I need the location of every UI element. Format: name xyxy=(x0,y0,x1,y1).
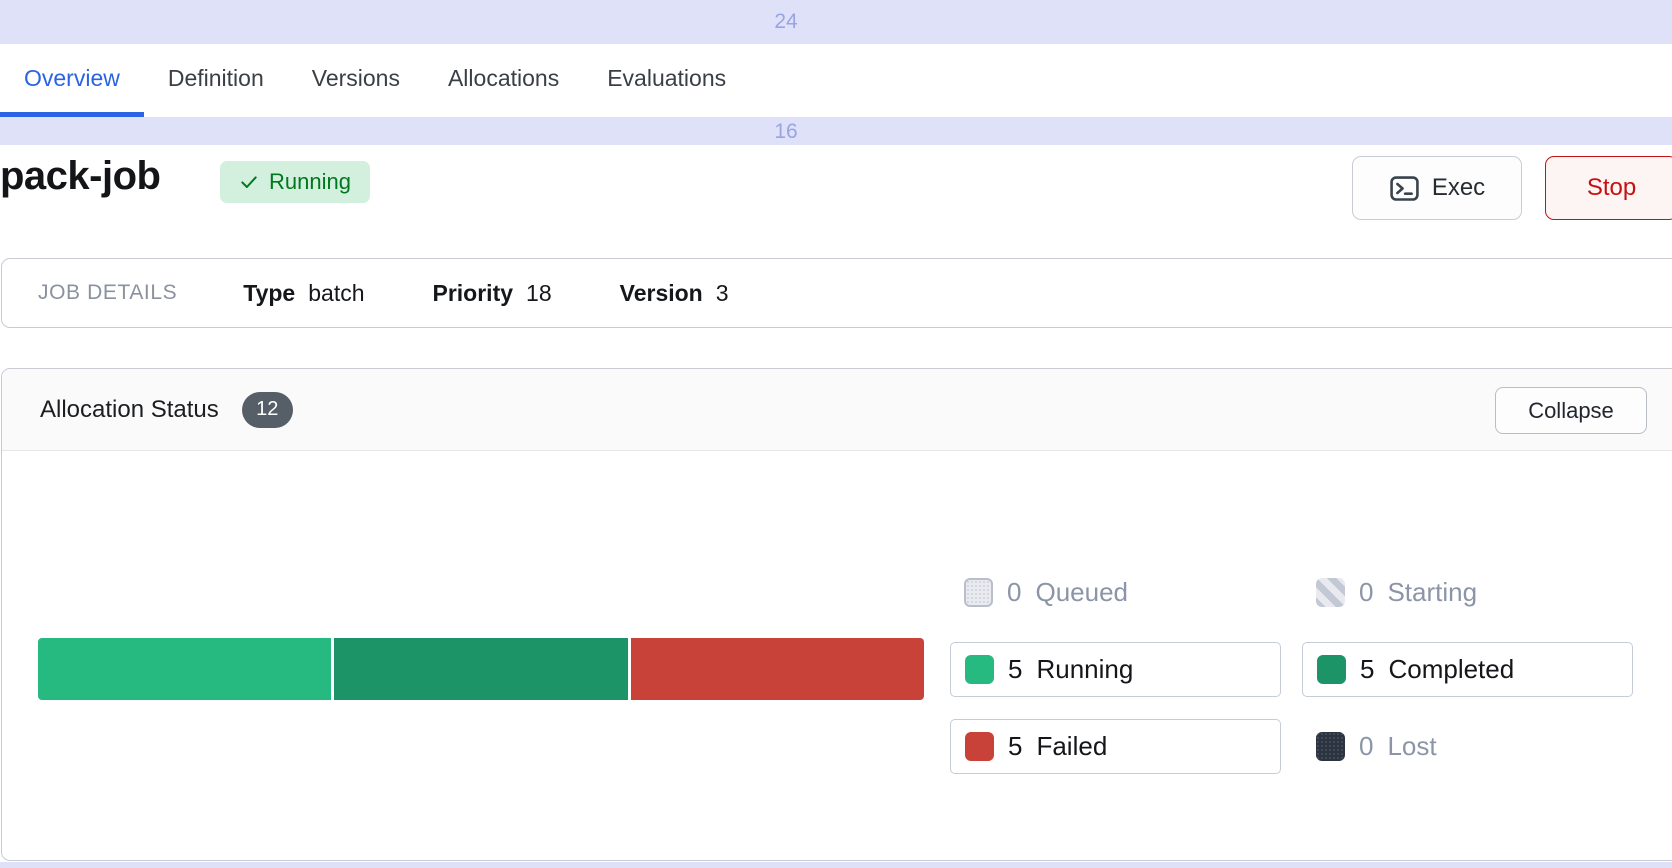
failed-count: 5 xyxy=(1008,731,1022,762)
starting-label: Starting xyxy=(1387,577,1477,608)
job-details-section-label: JOB DETAILS xyxy=(38,281,177,305)
status-badge: Running xyxy=(220,161,370,203)
check-icon xyxy=(239,172,259,192)
spacing-indicator-top: 24 xyxy=(0,0,1672,44)
exec-button[interactable]: Exec xyxy=(1352,156,1522,220)
completed-count: 5 xyxy=(1360,654,1374,685)
job-details-type-value: batch xyxy=(308,280,364,307)
terminal-icon xyxy=(1389,173,1420,204)
bar-segment-failed[interactable] xyxy=(631,638,924,700)
allocation-status-legend: 0 Queued 0 Starting 5 Running 5 Complete… xyxy=(950,565,1633,774)
job-details-bar: JOB DETAILS Type batch Priority 18 Versi… xyxy=(1,258,1672,328)
tab-definition[interactable]: Definition xyxy=(144,44,288,117)
failed-label: Failed xyxy=(1036,731,1107,762)
stop-button-label: Stop xyxy=(1587,174,1636,202)
job-details-priority-value: 18 xyxy=(526,280,552,307)
tab-overview[interactable]: Overview xyxy=(0,44,144,117)
lost-label: Lost xyxy=(1387,731,1436,762)
allocation-count-badge: 12 xyxy=(242,392,293,428)
tab-allocations[interactable]: Allocations xyxy=(424,44,583,117)
completed-label: Completed xyxy=(1388,654,1514,685)
failed-swatch-icon xyxy=(965,732,994,761)
job-details-version-value: 3 xyxy=(716,280,729,307)
status-badge-label: Running xyxy=(269,169,351,195)
lost-swatch-icon xyxy=(1316,732,1345,761)
legend-item-running[interactable]: 5 Running xyxy=(950,642,1281,697)
allocation-status-header: Allocation Status 12 Collapse xyxy=(2,369,1672,451)
queued-label: Queued xyxy=(1035,577,1128,608)
job-details-version-label: Version xyxy=(620,280,703,307)
job-details-priority-label: Priority xyxy=(433,280,514,307)
legend-item-lost: 0 Lost xyxy=(1302,719,1633,774)
spacing-indicator-bottom xyxy=(0,862,1672,868)
running-swatch-icon xyxy=(965,655,994,684)
lost-count: 0 xyxy=(1359,731,1373,762)
spacing-indicator-middle-value: 16 xyxy=(760,120,812,144)
legend-item-starting: 0 Starting xyxy=(1302,565,1633,620)
queued-count: 0 xyxy=(1007,577,1021,608)
legend-item-failed[interactable]: 5 Failed xyxy=(950,719,1281,774)
spacing-indicator-middle: 16 xyxy=(0,117,1672,145)
spacing-indicator-top-value: 24 xyxy=(760,10,812,34)
allocation-status-bar xyxy=(38,638,924,700)
exec-button-label: Exec xyxy=(1432,174,1485,202)
allocation-status-card: Allocation Status 12 Collapse 0 Queued 0… xyxy=(1,368,1672,861)
starting-count: 0 xyxy=(1359,577,1373,608)
running-count: 5 xyxy=(1008,654,1022,685)
allocation-status-title: Allocation Status xyxy=(40,396,219,424)
tab-versions[interactable]: Versions xyxy=(288,44,424,117)
completed-swatch-icon xyxy=(1317,655,1346,684)
page-title: pack-job xyxy=(0,154,160,199)
tab-evaluations[interactable]: Evaluations xyxy=(583,44,750,117)
job-details-type: Type batch xyxy=(243,280,364,307)
collapse-button[interactable]: Collapse xyxy=(1495,387,1647,434)
job-details-version: Version 3 xyxy=(620,280,729,307)
queued-swatch-icon xyxy=(964,578,993,607)
job-details-type-label: Type xyxy=(243,280,295,307)
stop-button[interactable]: Stop xyxy=(1545,156,1672,220)
job-tab-bar: Overview Definition Versions Allocations… xyxy=(0,44,1672,117)
nomad-job-overview-page: 24 Overview Definition Versions Allocati… xyxy=(0,0,1672,868)
running-label: Running xyxy=(1036,654,1133,685)
bar-segment-completed[interactable] xyxy=(334,638,627,700)
bar-segment-running[interactable] xyxy=(38,638,331,700)
job-details-priority: Priority 18 xyxy=(433,280,552,307)
starting-swatch-icon xyxy=(1316,578,1345,607)
legend-item-completed[interactable]: 5 Completed xyxy=(1302,642,1633,697)
collapse-button-label: Collapse xyxy=(1528,398,1614,424)
legend-item-queued: 0 Queued xyxy=(950,565,1281,620)
